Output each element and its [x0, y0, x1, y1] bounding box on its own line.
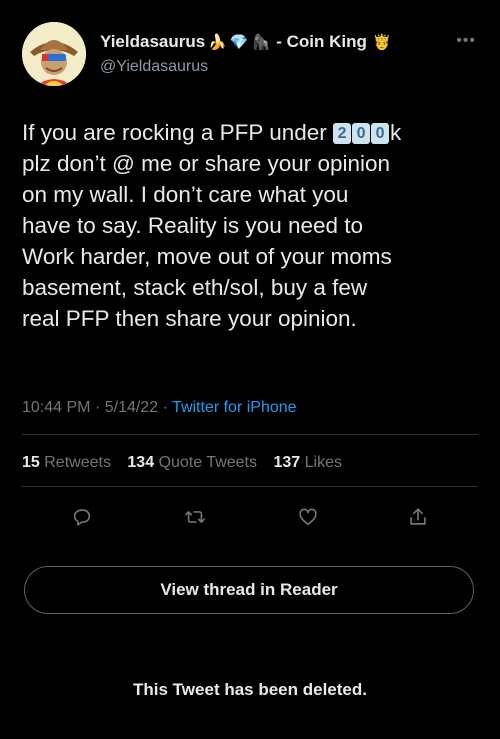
tweet-text-line: on my wall. I don’t care what you: [22, 182, 349, 207]
quotes-label: Quote Tweets: [158, 454, 257, 471]
retweets-label: Retweets: [44, 454, 111, 471]
avatar[interactable]: [22, 22, 86, 86]
author-display-name[interactable]: Yieldasaurus: [100, 32, 205, 52]
tweet-text-line: Work harder, move out of your moms: [22, 244, 392, 269]
likes-stat[interactable]: 137 Likes: [273, 454, 342, 471]
tweet-text-line: have to say. Reality is you need to: [22, 213, 364, 238]
quotes-stat[interactable]: 134 Quote Tweets: [127, 454, 257, 471]
tweet-source-link[interactable]: Twitter for iPhone: [172, 399, 297, 416]
author-name-row[interactable]: Yieldasaurus 🍌 💎 🦍 - Coin King 🤴: [100, 32, 392, 52]
author-handle[interactable]: @Yieldasaurus: [100, 58, 208, 76]
likes-count: 137: [273, 454, 301, 471]
deleted-tweet-notice: This Tweet has been deleted.: [133, 680, 367, 699]
more-options-icon[interactable]: •••: [456, 32, 476, 50]
tweet-date[interactable]: 5/14/22: [105, 399, 158, 416]
tweet-meta: 10:44 PM · 5/14/22 · Twitter for iPhone: [22, 399, 297, 417]
tweet-text: If you are rocking a PFP under 200k plz …: [22, 117, 482, 334]
gorilla-icon: 🦍: [251, 32, 271, 51]
tweet-time[interactable]: 10:44 PM: [22, 399, 90, 416]
keycap-digit-icon: 0: [352, 123, 371, 144]
share-icon[interactable]: [401, 500, 435, 534]
view-thread-in-reader-button[interactable]: View thread in Reader: [24, 566, 474, 614]
likes-label: Likes: [304, 454, 342, 471]
retweet-icon[interactable]: [178, 500, 212, 534]
tweet-text-line: plz don’t @ me or share your opinion: [22, 151, 391, 176]
tweet-header: Yieldasaurus 🍌 💎 🦍 - Coin King 🤴 @Yielda…: [22, 22, 478, 86]
crown-icon: 🤴: [372, 32, 392, 51]
keycap-digit-icon: 0: [371, 123, 390, 144]
meta-separator: ·: [94, 399, 105, 416]
like-icon[interactable]: [291, 500, 325, 534]
diamond-icon: 💎: [229, 32, 249, 51]
divider: [22, 434, 478, 435]
tweet-actions: [22, 500, 478, 534]
reply-icon[interactable]: [65, 500, 99, 534]
retweets-stat[interactable]: 15 Retweets: [22, 454, 111, 471]
divider: [22, 486, 478, 487]
tweet-text-line: basement, stack eth/sol, buy a few: [22, 275, 368, 300]
retweets-count: 15: [22, 454, 40, 471]
meta-separator: ·: [162, 399, 173, 416]
keycap-digit-icon: 2: [333, 123, 352, 144]
tweet-stats: 15 Retweets 134 Quote Tweets 137 Likes: [22, 454, 342, 472]
tweet-text-line: If you are rocking a PFP under 200k: [22, 120, 402, 145]
author-name-suffix: - Coin King: [276, 32, 367, 51]
quotes-count: 134: [127, 454, 155, 471]
tweet-text-line: real PFP then share your opinion.: [22, 306, 357, 331]
banana-icon: 🍌: [208, 32, 227, 51]
